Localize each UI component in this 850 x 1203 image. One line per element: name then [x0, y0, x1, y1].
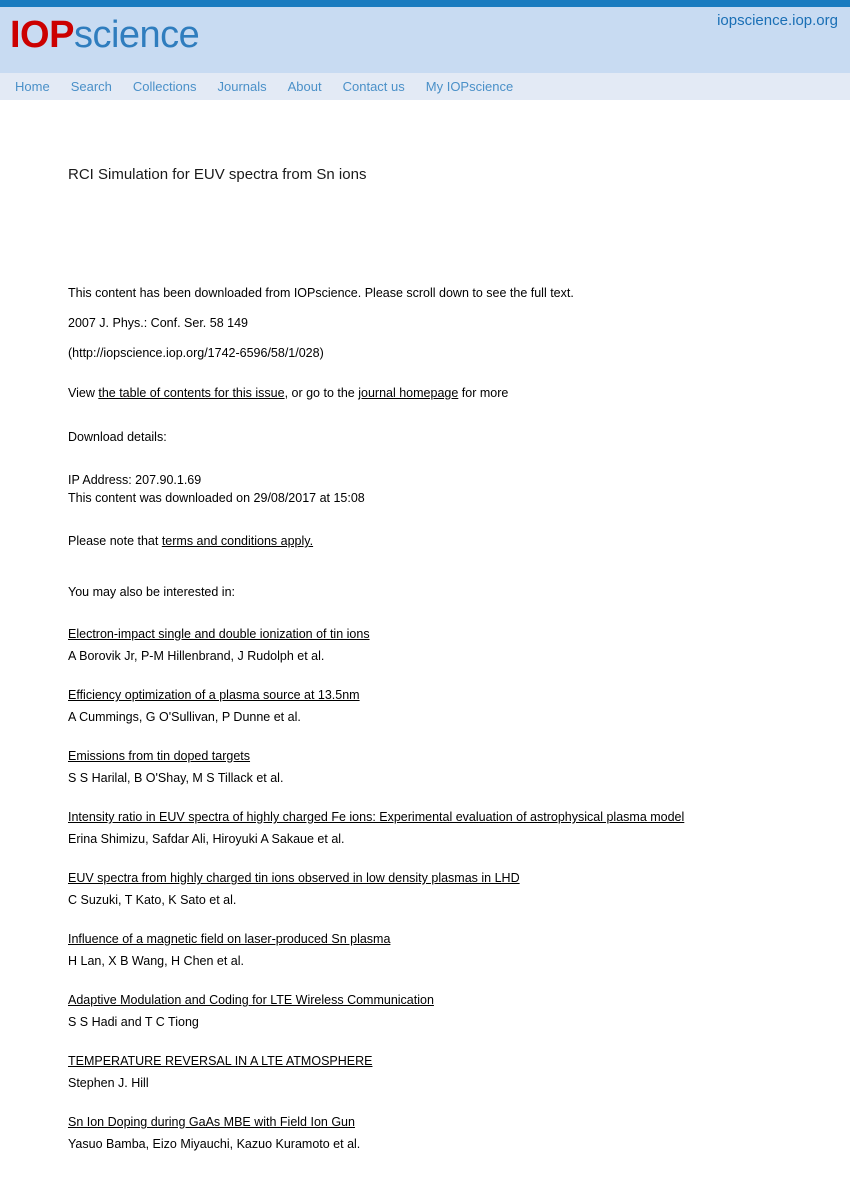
related-article-title[interactable]: Efficiency optimization of a plasma sour…	[68, 688, 360, 702]
terms-prefix-text: Please note that	[68, 534, 162, 548]
ip-address-line: IP Address: 207.90.1.69	[68, 473, 202, 487]
related-article-authors: S S Hadi and T C Tiong	[68, 1015, 199, 1029]
nav-item-my-iopscience[interactable]: My IOPscience	[426, 79, 513, 94]
related-article-title[interactable]: Electron-impact single and double ioniza…	[68, 627, 370, 641]
list-item: EUV spectra from highly charged tin ions…	[68, 868, 810, 908]
related-article-title[interactable]: Intensity ratio in EUV spectra of highly…	[68, 810, 684, 824]
related-article-title[interactable]: Emissions from tin doped targets	[68, 749, 250, 763]
related-article-authors: A Cummings, G O'Sullivan, P Dunne et al.	[68, 710, 301, 724]
related-article-title[interactable]: TEMPERATURE REVERSAL IN A LTE ATMOSPHERE	[68, 1054, 372, 1068]
logo-iop-text: IOP	[10, 14, 74, 56]
related-article-authors: Yasuo Bamba, Eizo Miyauchi, Kazuo Kuramo…	[68, 1137, 361, 1151]
list-item: Influence of a magnetic field on laser-p…	[68, 929, 810, 969]
list-item: Electron-impact single and double ioniza…	[68, 624, 810, 664]
terms-and-conditions-link[interactable]: terms and conditions apply.	[162, 534, 313, 548]
logo-science-text: science	[73, 14, 200, 56]
related-article-title[interactable]: Sn Ion Doping during GaAs MBE with Field…	[68, 1115, 355, 1129]
list-item: Efficiency optimization of a plasma sour…	[68, 685, 810, 725]
related-article-authors: A Borovik Jr, P-M Hillenbrand, J Rudolph…	[68, 649, 325, 663]
view-links-line: View the table of contents for this issu…	[68, 385, 810, 401]
nav-item-home[interactable]: Home	[15, 79, 50, 94]
page-root: IOPscience iopscience.iop.org Home Searc…	[0, 0, 850, 1152]
related-article-authors: Erina Shimizu, Safdar Ali, Hiroyuki A Sa…	[68, 832, 345, 846]
article-url-line: (http://iopscience.iop.org/1742-6596/58/…	[68, 346, 324, 360]
download-details-heading: Download details:	[68, 430, 167, 444]
related-article-authors: Stephen J. Hill	[68, 1076, 149, 1090]
related-heading: You may also be interested in:	[68, 585, 236, 599]
main-navigation: Home Search Collections Journals About C…	[0, 73, 850, 100]
page-content: RCI Simulation for EUV spectra from Sn i…	[0, 166, 850, 1152]
top-accent-rule	[0, 0, 850, 7]
page-title: RCI Simulation for EUV spectra from Sn i…	[68, 166, 367, 183]
related-article-title[interactable]: Influence of a magnetic field on laser-p…	[68, 932, 390, 946]
related-article-authors: S S Harilal, B O'Shay, M S Tillack et al…	[68, 771, 284, 785]
list-item: Adaptive Modulation and Coding for LTE W…	[68, 990, 810, 1030]
related-articles-list: Electron-impact single and double ioniza…	[68, 624, 810, 1152]
nav-item-search[interactable]: Search	[71, 79, 112, 94]
related-article-authors: C Suzuki, T Kato, K Sato et al.	[68, 893, 237, 907]
nav-item-journals[interactable]: Journals	[217, 79, 266, 94]
download-date-line: This content was downloaded on 29/08/201…	[68, 491, 365, 505]
view-middle-text: , or go to the	[284, 386, 359, 400]
view-suffix-text: for more	[458, 386, 509, 400]
list-item: Emissions from tin doped targets S S Har…	[68, 746, 810, 786]
nav-item-collections[interactable]: Collections	[133, 79, 197, 94]
site-masthead: IOPscience iopscience.iop.org	[0, 7, 850, 73]
list-item: Sn Ion Doping during GaAs MBE with Field…	[68, 1112, 810, 1152]
related-article-title[interactable]: Adaptive Modulation and Coding for LTE W…	[68, 993, 434, 1007]
related-article-title[interactable]: EUV spectra from highly charged tin ions…	[68, 871, 520, 885]
nav-item-contact-us[interactable]: Contact us	[343, 79, 405, 94]
nav-item-about[interactable]: About	[288, 79, 322, 94]
download-notice: This content has been downloaded from IO…	[68, 286, 574, 300]
list-item: TEMPERATURE REVERSAL IN A LTE ATMOSPHERE…	[68, 1051, 810, 1091]
citation-line: 2007 J. Phys.: Conf. Ser. 58 149	[68, 316, 248, 330]
table-of-contents-link[interactable]: the table of contents for this issue	[98, 386, 284, 400]
iopscience-logo[interactable]: IOPscience	[10, 13, 200, 57]
related-article-authors: H Lan, X B Wang, H Chen et al.	[68, 954, 245, 968]
view-prefix-text: View	[68, 386, 99, 400]
site-url-label: iopscience.iop.org	[717, 12, 838, 29]
list-item: Intensity ratio in EUV spectra of highly…	[68, 807, 810, 847]
terms-line: Please note that terms and conditions ap…	[68, 533, 810, 549]
journal-homepage-link[interactable]: journal homepage	[358, 386, 458, 400]
